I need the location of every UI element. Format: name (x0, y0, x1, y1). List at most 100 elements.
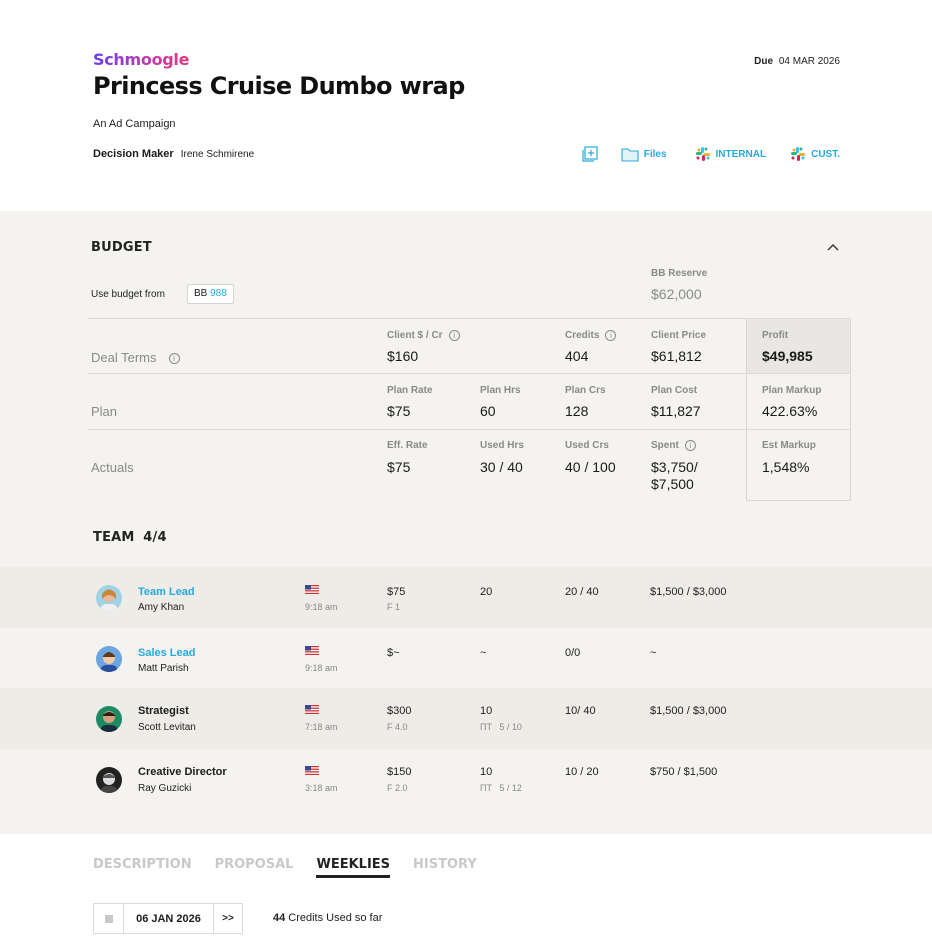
tab-proposal[interactable]: PROPOSAL (215, 857, 294, 878)
folder-icon (621, 147, 639, 162)
credits-used: 44 Credits Used so far (273, 912, 382, 924)
member-hrs: 10 (480, 705, 493, 717)
info-icon[interactable]: i (684, 440, 696, 451)
plan-rate-value: $75 (387, 403, 411, 419)
member-name: Ray Guzicki (138, 783, 192, 794)
us-flag-icon (305, 705, 319, 714)
spent-label: Spent i (651, 440, 696, 451)
budget-title: BUDGET (91, 240, 152, 255)
due-date: Due 04 MAR 2026 (754, 56, 840, 67)
team-title-text: TEAM (93, 530, 135, 545)
campaign-type: An Ad Campaign (93, 118, 176, 130)
member-hrs: 20 (480, 586, 493, 598)
tab-weeklies[interactable]: WEEKLIES (316, 857, 390, 878)
credits-text: Credits Used so far (288, 912, 383, 924)
files-label: Files (643, 148, 667, 160)
team-count: 4/4 (143, 530, 167, 545)
customer-slack-button[interactable]: CUST. (790, 146, 840, 162)
cust-label: CUST. (811, 148, 840, 160)
deal-terms-text: Deal Terms (91, 350, 157, 365)
stop-button[interactable] (94, 904, 124, 933)
divider (88, 373, 851, 374)
member-name: Scott Levitan (138, 722, 196, 733)
budget-section: BUDGET Use budget from BB 988 BB Reserve… (0, 211, 932, 834)
member-rate-sub: F 4.0 (387, 722, 408, 732)
budget-source-select[interactable]: BB 988 (187, 284, 234, 304)
eff-rate-label: Eff. Rate (387, 440, 428, 451)
team-row[interactable]: Sales Lead Matt Parish 9:18 am $~ ~ 0/0 … (0, 628, 932, 689)
campaign-header: Schmoogle Princess Cruise Dumbo wrap An … (0, 0, 932, 211)
used-crs-value: 40 / 100 (565, 459, 616, 475)
chevron-up-icon[interactable] (826, 242, 840, 252)
internal-slack-button[interactable]: INTERNAL (695, 146, 767, 162)
member-role[interactable]: Sales Lead (138, 647, 195, 659)
member-local-time: 9:18 am (305, 663, 338, 673)
info-icon[interactable]: i (448, 330, 460, 341)
plan-cost-value: $11,827 (651, 403, 701, 419)
info-icon[interactable]: i (605, 330, 617, 341)
us-flag-icon (305, 585, 319, 594)
info-icon[interactable]: i (168, 353, 180, 365)
plan-markup-value: 422.63% (762, 403, 818, 419)
member-role[interactable]: Creative Director (138, 766, 227, 778)
avatar (96, 646, 122, 672)
client-price-label: Client Price (651, 330, 707, 341)
decision-maker-label: Decision Maker (93, 148, 174, 160)
plan-hrs-label: Plan Hrs (480, 385, 521, 396)
add-file-button[interactable] (581, 145, 599, 163)
client-rate-label: Client $ / Cr i (387, 330, 460, 341)
week-date[interactable]: 06 JAN 2026 (124, 904, 214, 933)
member-hrs-sub: ΠΤ 5 / 12 (480, 783, 522, 793)
actuals-label: Actuals (91, 460, 134, 475)
slack-icon (791, 147, 806, 161)
profit-value: $49,985 (762, 348, 813, 364)
team-row[interactable]: Team Lead Amy Khan 9:18 am $75 F 1 20 20… (0, 567, 932, 628)
member-crs: 10/ 40 (565, 705, 596, 717)
member-role[interactable]: Team Lead (138, 586, 195, 598)
week-navigator: 06 JAN 2026 >> (93, 903, 243, 934)
plan-label: Plan (91, 404, 118, 419)
plan-rate-label: Plan Rate (387, 385, 433, 396)
us-flag-icon (305, 766, 319, 775)
team-row[interactable]: Strategist Scott Levitan 7:18 am $300 F … (0, 688, 932, 749)
spent-value-1: $3,750/ (651, 459, 698, 475)
plan-markup-label: Plan Markup (762, 385, 822, 396)
page-title: Princess Cruise Dumbo wrap (93, 72, 465, 100)
divider (88, 429, 851, 430)
member-rate: $~ (387, 647, 400, 659)
member-cost: ~ (650, 647, 657, 659)
member-rate-sub: F 1 (387, 602, 401, 612)
plan-crs-label: Plan Crs (565, 385, 606, 396)
spent-text: Spent (651, 440, 679, 452)
member-local-time: 7:18 am (305, 722, 338, 732)
next-week-button[interactable]: >> (214, 904, 242, 933)
avatar (96, 706, 122, 732)
stop-icon (104, 914, 113, 923)
member-crs: 0/0 (565, 647, 581, 659)
team-row[interactable]: Creative Director Ray Guzicki 3:18 am $1… (0, 749, 932, 810)
deal-terms-label: Deal Terms i (91, 350, 180, 365)
bb-number: 988 (210, 288, 227, 299)
files-button[interactable]: Files (621, 147, 667, 162)
member-rate-sub: F 2.0 (387, 783, 408, 793)
team-title: TEAM 4/4 (93, 530, 167, 545)
member-local-time: 9:18 am (305, 602, 338, 612)
member-hrs: 10 (480, 766, 493, 778)
internal-label: INTERNAL (715, 148, 767, 160)
decision-maker: Decision Maker Irene Schmirene (93, 148, 254, 160)
member-rate: $75 (387, 586, 406, 598)
plan-cost-label: Plan Cost (651, 385, 698, 396)
member-role[interactable]: Strategist (138, 705, 189, 717)
member-rate: $300 (387, 705, 412, 717)
client-rate-value: $160 (387, 348, 419, 364)
use-budget-label: Use budget from (91, 289, 165, 300)
tab-description[interactable]: DESCRIPTION (93, 857, 192, 878)
detail-tabs: DESCRIPTION PROPOSAL WEEKLIES HISTORY (93, 857, 500, 878)
member-rate: $150 (387, 766, 412, 778)
est-markup-value: 1,548% (762, 459, 810, 475)
profit-label: Profit (762, 330, 789, 341)
plan-crs-value: 128 (565, 403, 589, 419)
header-actions: Files INTERNAL CUST. (581, 145, 840, 163)
used-hrs-value: 30 / 40 (480, 459, 523, 475)
tab-history[interactable]: HISTORY (413, 857, 477, 878)
